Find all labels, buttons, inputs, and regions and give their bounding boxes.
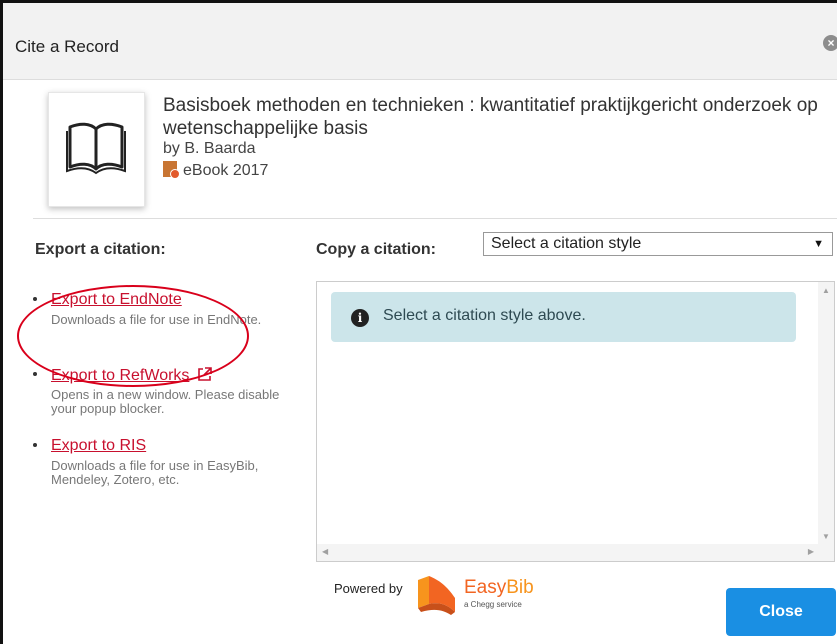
info-message: Select a citation style above.: [383, 307, 586, 324]
section-divider: [33, 218, 837, 219]
record-format: eBook 2017: [163, 161, 268, 180]
citation-style-select[interactable]: Select a citation style ▼: [483, 232, 833, 256]
info-alert: i Select a citation style above.: [331, 292, 796, 342]
info-icon: i: [351, 309, 369, 327]
export-heading: Export a citation:: [35, 241, 166, 258]
scroll-right-icon[interactable]: ▶: [808, 547, 814, 556]
citation-output-box[interactable]: i Select a citation style above. ▲ ▼ ◀ ▶: [316, 281, 835, 562]
easybib-logo-icon: [418, 576, 455, 615]
bullet: [33, 372, 37, 376]
endnote-highlight-circle: [17, 285, 249, 387]
citation-style-value: Select a citation style: [491, 235, 642, 252]
record-title: Basisboek methoden en technieken : kwant…: [163, 95, 818, 139]
easybib-subtitle: a Chegg service: [464, 600, 522, 609]
export-ris-link[interactable]: Export to RIS: [51, 437, 146, 455]
copy-heading: Copy a citation:: [316, 241, 437, 258]
dialog-titlebar: Cite a Record ×: [3, 3, 837, 80]
horizontal-scrollbar[interactable]: ◀ ▶: [317, 544, 834, 561]
scroll-down-icon[interactable]: ▼: [822, 532, 830, 541]
export-refworks-description: Opens in a new window. Please disable yo…: [51, 387, 280, 416]
bullet: [33, 443, 37, 447]
cite-dialog: Cite a Record × Basisboek methoden en te…: [0, 0, 837, 644]
dropdown-arrow-icon: ▼: [813, 238, 824, 250]
scroll-left-icon[interactable]: ◀: [322, 547, 328, 556]
easybib-brand-bib: Bib: [506, 577, 534, 598]
record-format-label: eBook 2017: [183, 162, 269, 179]
open-book-icon: [66, 122, 126, 175]
dialog-title: Cite a Record: [15, 37, 119, 56]
easybib-brand-easy: Easy: [464, 577, 507, 598]
bullet: [33, 297, 37, 301]
vertical-scrollbar[interactable]: ▲ ▼: [818, 282, 834, 545]
powered-by-label: Powered by: [334, 581, 403, 596]
ebook-icon: [163, 161, 180, 179]
scroll-up-icon[interactable]: ▲: [822, 286, 830, 295]
record-author: by B. Baarda: [163, 140, 256, 157]
close-circle-icon[interactable]: ×: [823, 35, 837, 51]
easybib-brand: EasyBib: [464, 577, 534, 599]
book-thumbnail: [48, 92, 145, 207]
export-ris-description: Downloads a file for use in EasyBib, Men…: [51, 458, 259, 487]
close-button[interactable]: Close: [726, 588, 836, 636]
